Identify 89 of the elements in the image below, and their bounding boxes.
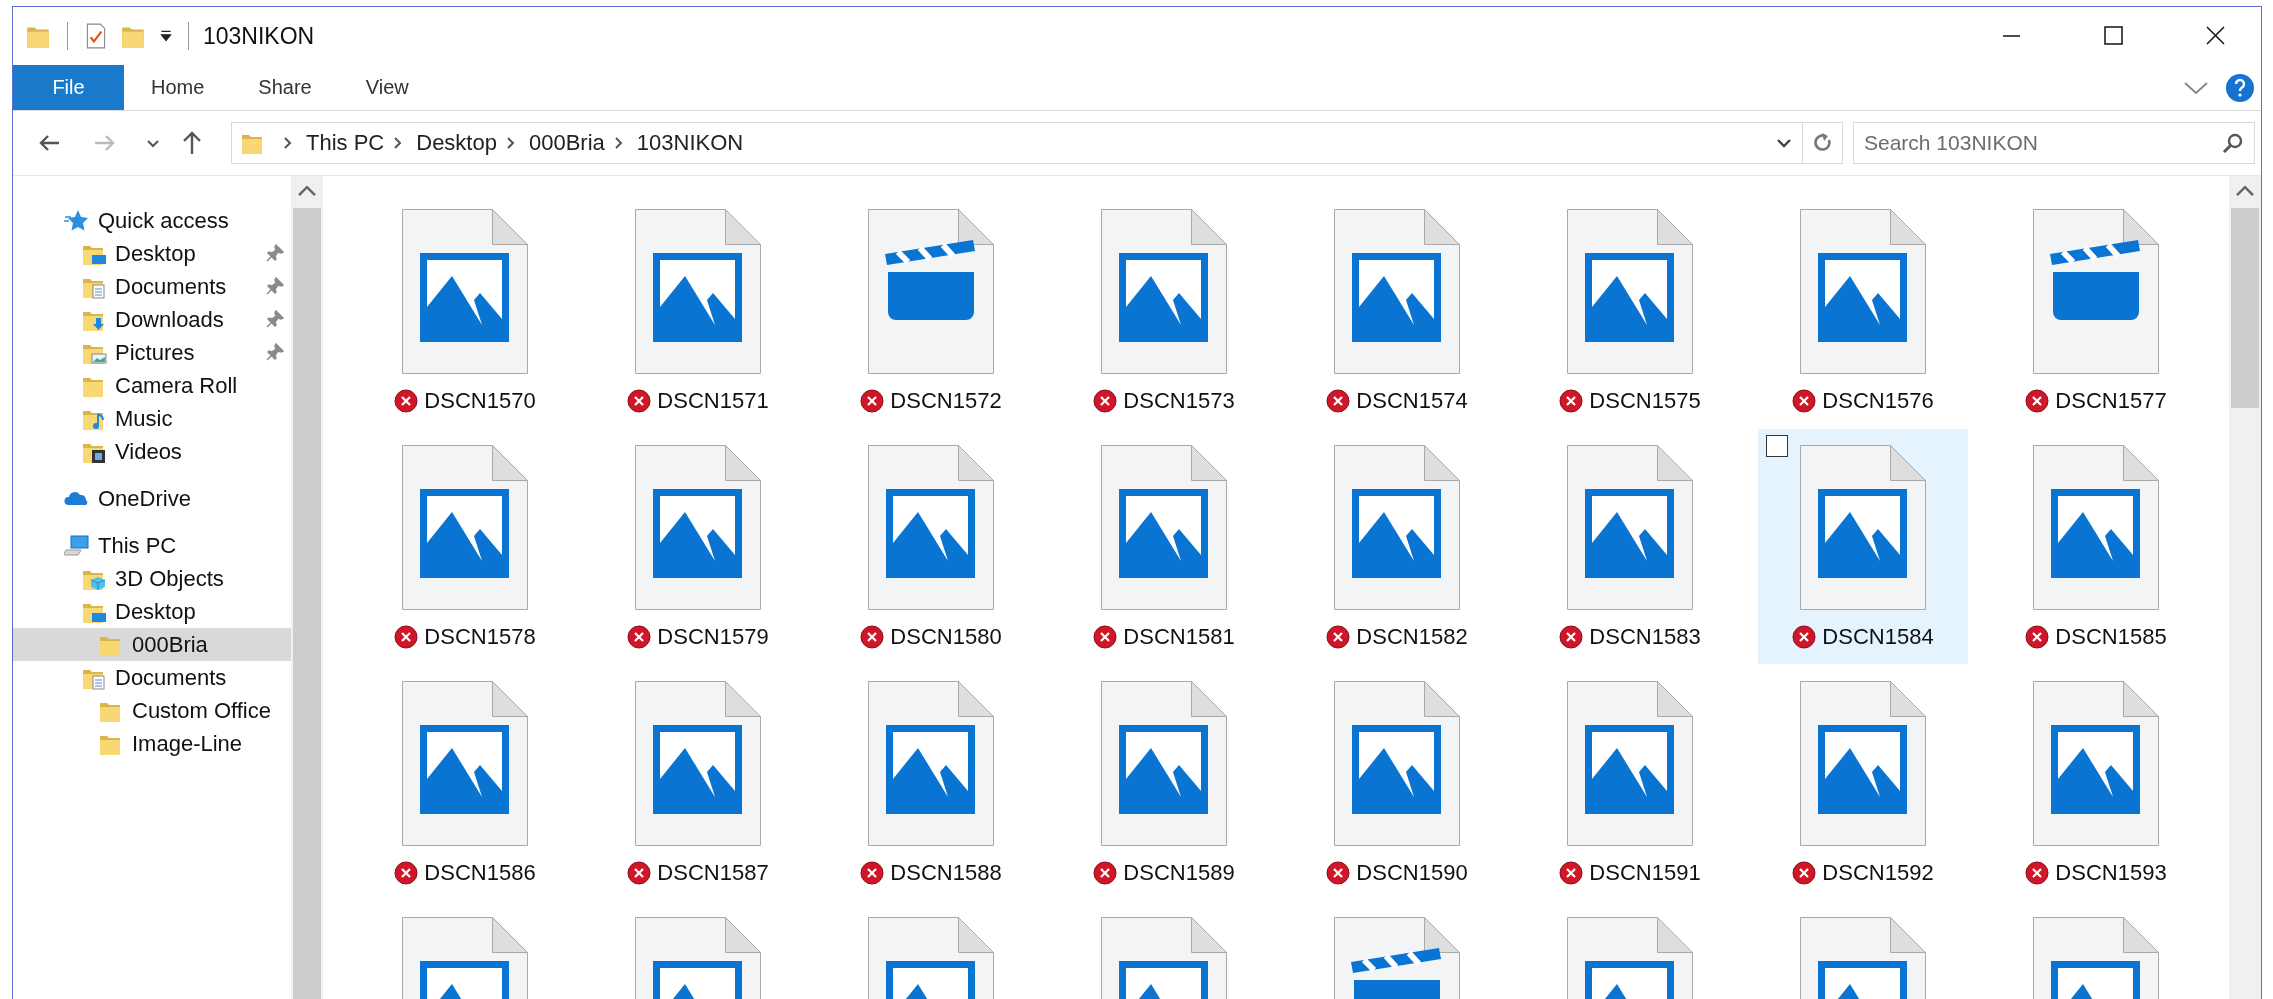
file-item[interactable]: DSCN1582 <box>1292 429 1502 664</box>
file-name: DSCN1586 <box>424 860 536 886</box>
chevron-icon[interactable] <box>282 135 294 151</box>
file-item[interactable]: DSCN1577 <box>1991 193 2201 428</box>
file-name: DSCN1570 <box>424 388 536 414</box>
nav-item[interactable]: OneDrive <box>13 482 291 515</box>
nav-item[interactable]: Custom Office <box>13 694 291 727</box>
nav-item[interactable]: Pictures <box>13 336 291 369</box>
search-field[interactable]: Search 103NIKON <box>1853 122 2255 164</box>
file-name: DSCN1590 <box>1356 860 1468 886</box>
nav-item[interactable]: Documents <box>13 270 291 303</box>
file-name: DSCN1591 <box>1589 860 1701 886</box>
customize-dropdown-icon[interactable] <box>158 28 174 44</box>
help-icon[interactable] <box>2225 72 2255 103</box>
breadcrumb[interactable]: Desktop <box>416 130 497 156</box>
refresh-button[interactable] <box>1803 122 1843 164</box>
nav-item[interactable]: 000Bria <box>13 628 291 661</box>
file-item[interactable]: DSCN1570 <box>360 193 570 428</box>
file-name: DSCN1592 <box>1822 860 1934 886</box>
pin-icon[interactable] <box>265 243 285 263</box>
file-item[interactable]: DSCN1586 <box>360 665 570 900</box>
file-item[interactable]: DSCN1587 <box>593 665 803 900</box>
breadcrumb[interactable]: 000Bria <box>528 130 605 156</box>
file-name: DSCN1589 <box>1123 860 1235 886</box>
file-name: DSCN1575 <box>1589 388 1701 414</box>
file-item[interactable]: DSCN1585 <box>1991 429 2201 664</box>
pin-icon[interactable] <box>265 342 285 362</box>
file-item[interactable]: DSCN1575 <box>1525 193 1735 428</box>
nav-item[interactable]: Desktop <box>13 595 291 628</box>
file-name: DSCN1583 <box>1589 624 1701 650</box>
nav-item[interactable]: Documents <box>13 661 291 694</box>
computer-icon <box>64 532 90 559</box>
file-item[interactable]: DSCN1581 <box>1059 429 1269 664</box>
file-name: DSCN1577 <box>2055 388 2167 414</box>
pin-icon[interactable] <box>265 276 285 296</box>
nav-item[interactable]: 3D Objects <box>13 562 291 595</box>
nav-item[interactable]: Videos <box>13 435 291 468</box>
address-bar[interactable]: This PC Desktop 000Bria 103NIKON <box>231 122 1803 164</box>
file-item[interactable]: DSCN1588 <box>826 665 1036 900</box>
pin-icon[interactable] <box>265 309 285 329</box>
window-title: 103NIKON <box>203 22 315 50</box>
file-item[interactable]: DSCN1584 <box>1758 429 1968 664</box>
file-name: DSCN1588 <box>890 860 1002 886</box>
scrollbar[interactable] <box>291 176 323 999</box>
file-item[interactable]: DSCN1580 <box>826 429 1036 664</box>
nav-item[interactable]: Image-Line <box>13 727 291 760</box>
file-menu-button[interactable]: File <box>13 65 124 110</box>
nav-item[interactable]: Camera Roll <box>13 369 291 402</box>
breadcrumb[interactable]: 103NIKON <box>636 130 744 156</box>
nav-item[interactable]: Downloads <box>13 303 291 336</box>
file-name: DSCN1582 <box>1356 624 1468 650</box>
scrollbar[interactable] <box>2229 176 2261 999</box>
file-name: DSCN1584 <box>1822 624 1934 650</box>
file-item[interactable]: DSCN1579 <box>593 429 803 664</box>
file-name: DSCN1574 <box>1356 388 1468 414</box>
file-item[interactable]: DSCN1576 <box>1758 193 1968 428</box>
scroll-thumb[interactable] <box>293 208 321 999</box>
file-name: DSCN1572 <box>890 388 1002 414</box>
file-name: DSCN1587 <box>657 860 769 886</box>
file-item[interactable]: DSCN1573 <box>1059 193 1269 428</box>
file-item[interactable]: DSCN1578 <box>360 429 570 664</box>
file-item[interactable]: DSCN1593 <box>1991 665 2201 900</box>
file-item[interactable]: DSCN1572 <box>826 193 1036 428</box>
search-icon[interactable] <box>2221 131 2245 155</box>
file-name: DSCN1581 <box>1123 624 1235 650</box>
file-item[interactable]: DSCN1590 <box>1292 665 1502 900</box>
file-item[interactable]: DSCN1571 <box>593 193 803 428</box>
nav-item[interactable]: Music <box>13 402 291 435</box>
file-name: DSCN1573 <box>1123 388 1235 414</box>
file-item[interactable]: DSCN1583 <box>1525 429 1735 664</box>
file-name: DSCN1578 <box>424 624 536 650</box>
file-name: DSCN1585 <box>2055 624 2167 650</box>
file-item[interactable]: DSCN1589 <box>1059 665 1269 900</box>
chevron-icon[interactable] <box>612 135 625 151</box>
file-name: DSCN1571 <box>657 388 769 414</box>
file-item[interactable]: DSCN1592 <box>1758 665 1968 900</box>
file-name: DSCN1579 <box>657 624 769 650</box>
file-item[interactable]: DSCN1574 <box>1292 193 1502 428</box>
nav-item[interactable]: This PC <box>13 529 291 562</box>
chevron-icon[interactable] <box>504 135 517 151</box>
scroll-thumb[interactable] <box>2231 208 2259 408</box>
file-name: DSCN1576 <box>1822 388 1934 414</box>
breadcrumb[interactable]: This PC <box>306 130 385 156</box>
checkbox[interactable] <box>1766 435 1788 457</box>
file-name: DSCN1580 <box>890 624 1002 650</box>
nav-item[interactable]: Desktop <box>13 237 291 270</box>
file-item[interactable]: DSCN1591 <box>1525 665 1735 900</box>
nav-item[interactable]: Quick access <box>13 204 291 237</box>
file-name: DSCN1593 <box>2055 860 2167 886</box>
